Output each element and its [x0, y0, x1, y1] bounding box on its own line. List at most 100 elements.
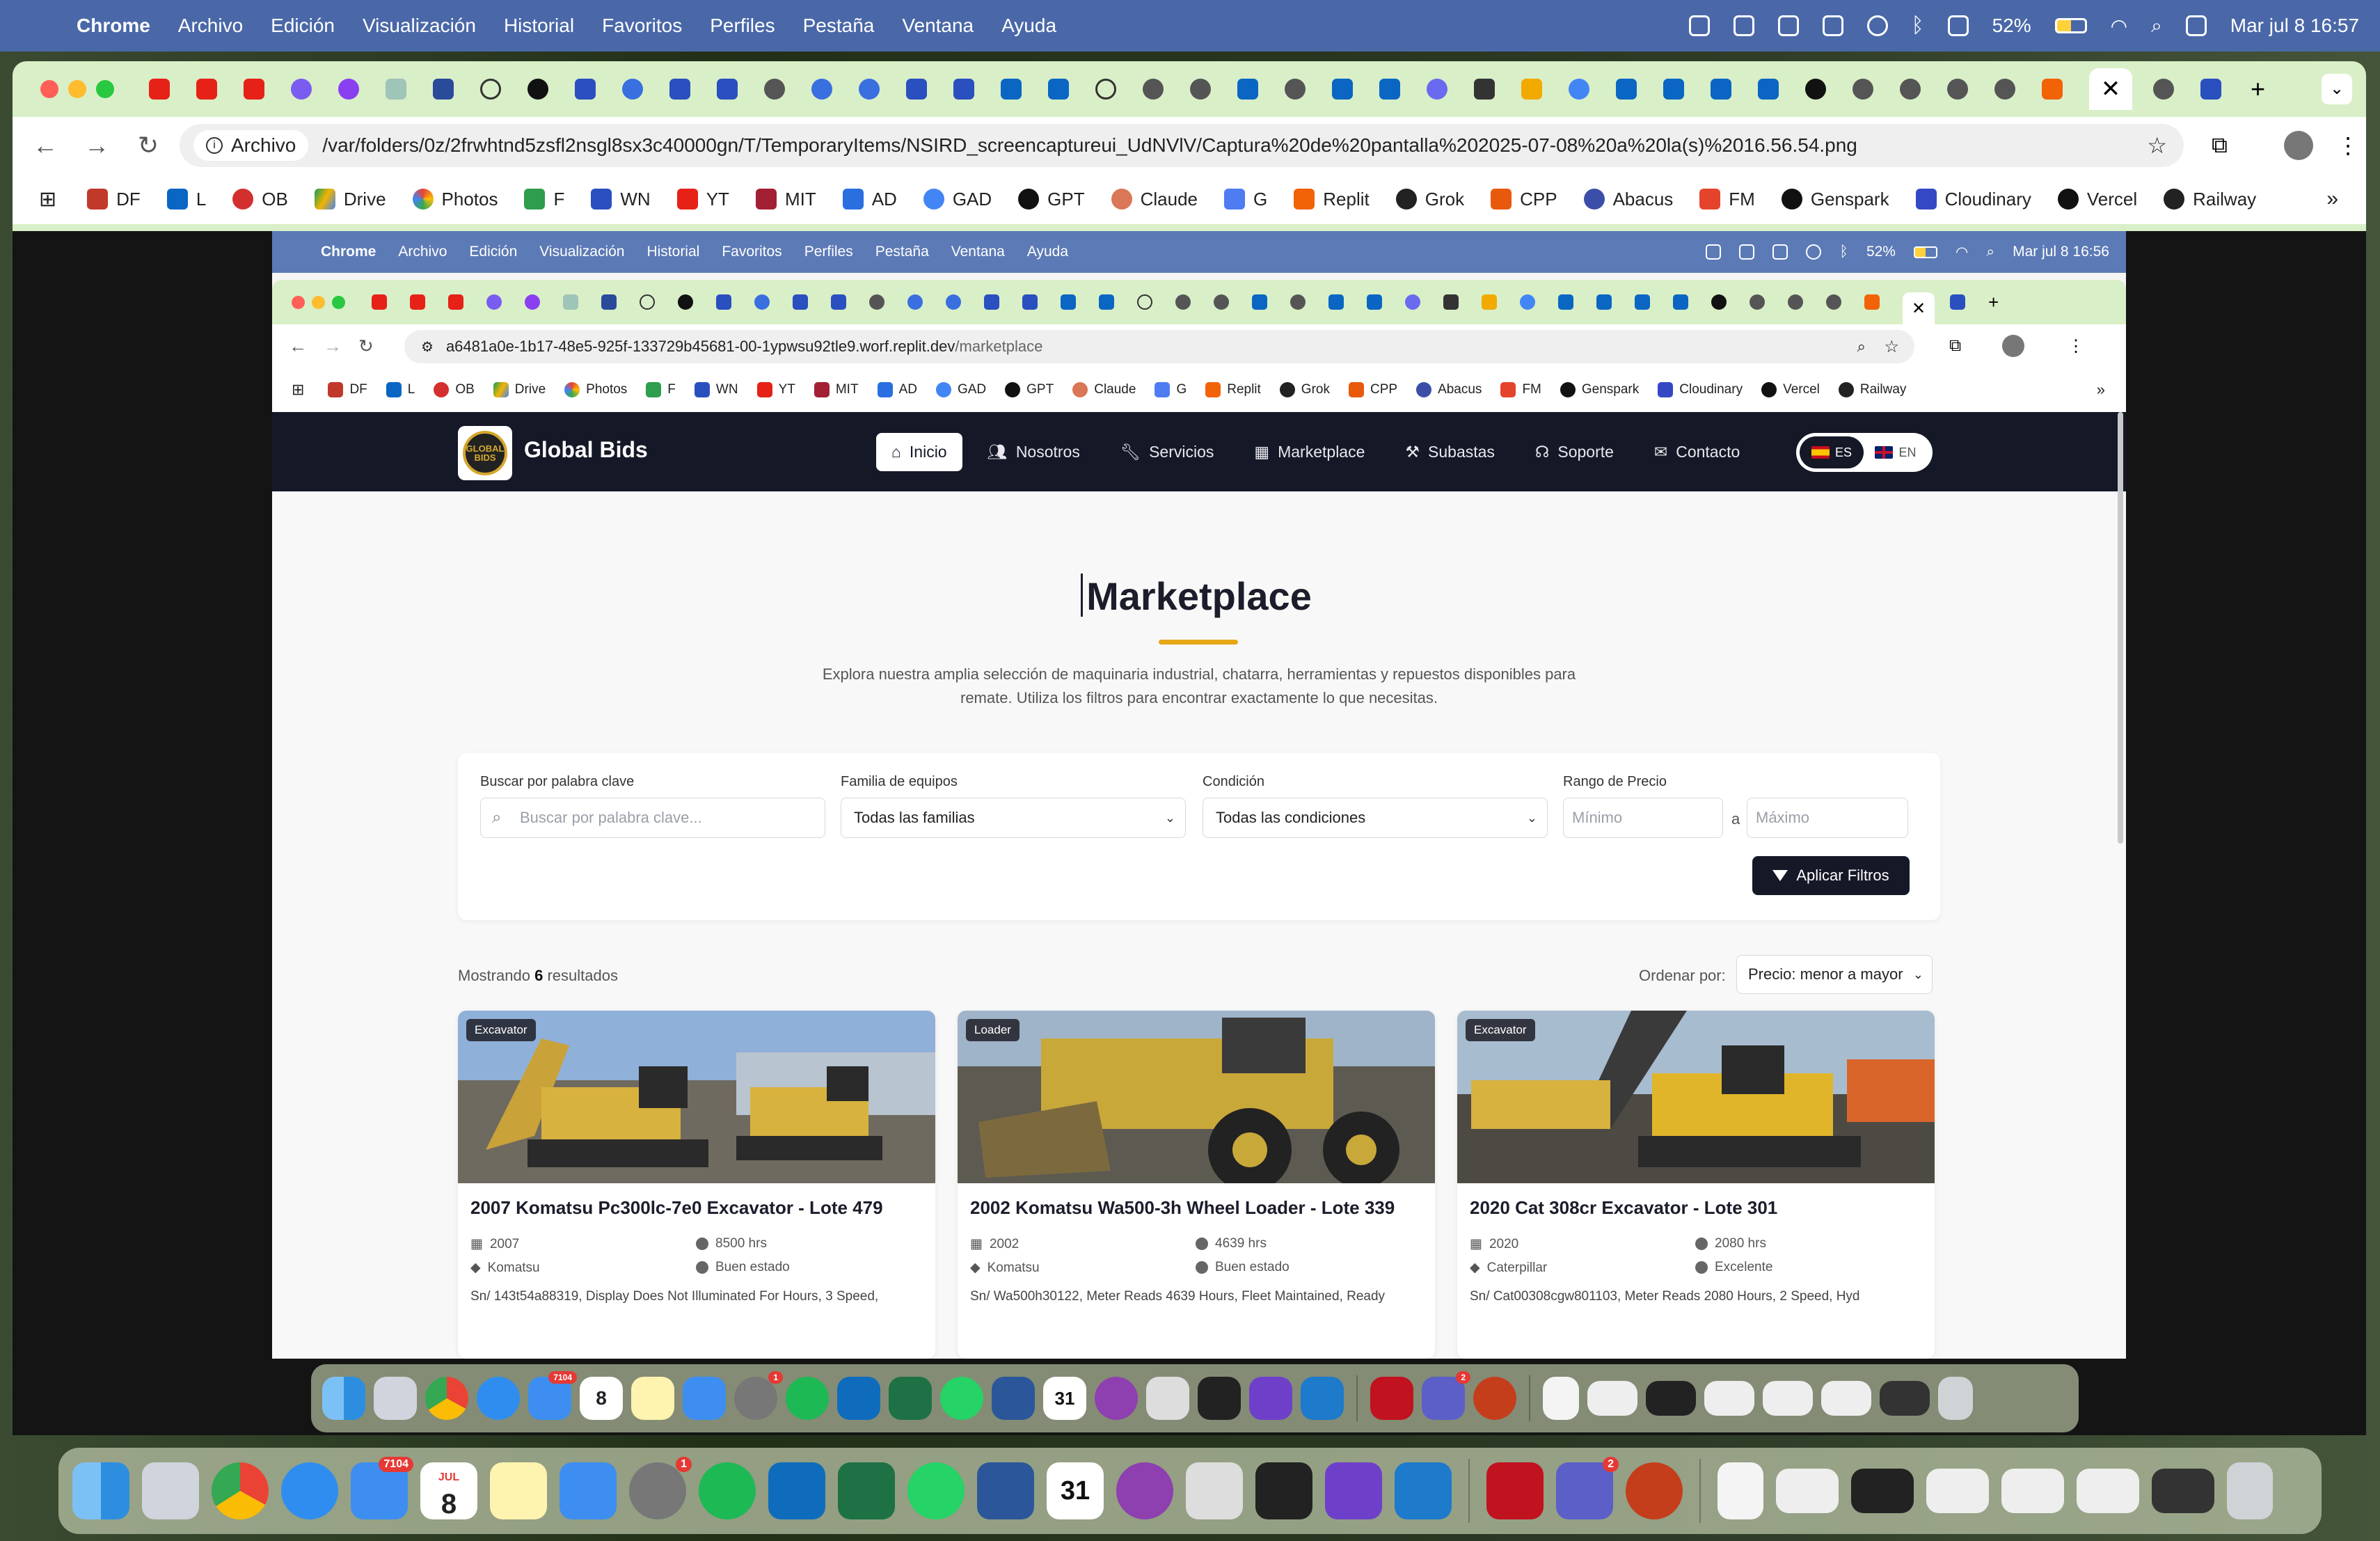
app-icon[interactable]	[1255, 1462, 1312, 1519]
price-min-input[interactable]: Mínimo	[1563, 798, 1723, 838]
tab-favicon[interactable]	[1994, 79, 2015, 100]
close-window-icon[interactable]	[40, 80, 58, 98]
menu-pestana[interactable]: Pestaña	[803, 15, 875, 37]
tab-youtube[interactable]	[244, 79, 264, 100]
keyword-search-input[interactable]: ⌕ Buscar por palabra clave...	[480, 798, 825, 838]
calendar31-icon[interactable]: 31	[1047, 1462, 1104, 1519]
bookmark-ob[interactable]: OB	[232, 189, 288, 210]
app-icon[interactable]	[1186, 1462, 1243, 1519]
product-card[interactable]: Excavator 2007 Komatsu Pc300lc-7e0 Excav…	[458, 1011, 935, 1359]
tab-favicon[interactable]	[764, 79, 785, 100]
bookmark-vercel[interactable]: Vercel	[2057, 189, 2137, 210]
bookmark-df[interactable]: DF	[87, 189, 141, 210]
tab-openai[interactable]	[1805, 79, 1826, 100]
tab-favicon[interactable]	[1521, 79, 1542, 100]
tab-favicon[interactable]	[717, 79, 738, 100]
search-icon[interactable]: ⌕	[2151, 15, 2162, 38]
menu-visualizacion[interactable]: Visualización	[363, 15, 476, 37]
bookmark-photos[interactable]: Photos	[412, 189, 498, 210]
bookmark-fm[interactable]: FM	[1699, 189, 1755, 210]
bookmark-ad[interactable]: AD	[842, 189, 897, 210]
whatsapp-icon[interactable]	[907, 1462, 965, 1519]
tab-google[interactable]	[1569, 79, 1589, 100]
nav-subastas[interactable]: ⚒ Subastas	[1390, 433, 1510, 471]
nav-servicios[interactable]: 🔧︎ Servicios	[1105, 433, 1230, 471]
tab-favicon[interactable]	[906, 79, 927, 100]
calendar-icon[interactable]: JUL 8	[420, 1462, 477, 1519]
reload-icon[interactable]: ↻	[122, 131, 174, 160]
status-icon[interactable]	[1777, 15, 1799, 36]
tab-favicon[interactable]	[1947, 79, 1968, 100]
site-info-chip[interactable]: i Archivo	[193, 130, 309, 161]
tab-linkedin[interactable]	[1332, 79, 1353, 100]
bookmark-l[interactable]: L	[166, 189, 206, 210]
teams-icon[interactable]: 2	[1556, 1457, 1619, 1519]
url-text[interactable]: /var/folders/0z/2frwhtnd5zsfl2nsgl8sx3c4…	[322, 134, 1857, 157]
back-icon[interactable]: ←	[19, 131, 71, 160]
tab-linkedin[interactable]	[1001, 79, 1022, 100]
tab-favicon[interactable]	[1853, 79, 1873, 100]
menu-kebab-icon[interactable]: ⋮	[2337, 132, 2359, 159]
tab-favicon[interactable]	[291, 79, 312, 100]
close-tab-icon[interactable]: ✕	[2101, 75, 2121, 103]
tab-favicon[interactable]	[386, 79, 406, 100]
nav-marketplace[interactable]: ▦ Marketplace	[1239, 433, 1380, 471]
site-logo[interactable]: GLOBAL BIDS	[458, 426, 512, 480]
window-thumbnail[interactable]	[1776, 1469, 1839, 1513]
bookmark-cpp[interactable]: CPP	[1491, 189, 1557, 210]
status-icon[interactable]	[1733, 15, 1754, 36]
nav-contacto[interactable]: ✉ Contacto	[1639, 433, 1755, 471]
outlook-icon[interactable]	[768, 1462, 825, 1519]
extensions-icon[interactable]: ⧉	[2212, 132, 2228, 159]
tab-youtube[interactable]	[149, 79, 170, 100]
tab-linkedin[interactable]	[1237, 79, 1258, 100]
acrobat-icon[interactable]	[1486, 1462, 1544, 1519]
new-tab-button[interactable]: +	[2251, 74, 2265, 104]
nav-nosotros[interactable]: 👥︎ Nosotros	[972, 433, 1095, 471]
tab-favicon[interactable]	[1427, 79, 1447, 100]
bookmark-mit[interactable]: MIT	[755, 189, 816, 210]
safari-icon[interactable]	[281, 1462, 338, 1519]
status-icon[interactable]	[1947, 15, 1969, 36]
menu-perfiles[interactable]: Perfiles	[710, 15, 775, 37]
card-title[interactable]: 2007 Komatsu Pc300lc-7e0 Excavator - Lot…	[470, 1197, 883, 1219]
bookmark-g[interactable]: G	[1224, 189, 1267, 210]
tab-youtube[interactable]	[196, 79, 217, 100]
tab-linkedin[interactable]	[1711, 79, 1731, 100]
wifi-icon[interactable]: ◠	[2111, 15, 2127, 38]
control-center-icon[interactable]	[2185, 15, 2207, 36]
tab-replit[interactable]	[2042, 79, 2063, 100]
tab-favicon[interactable]	[1900, 79, 1921, 100]
tab-linkedin[interactable]	[1663, 79, 1684, 100]
github-icon[interactable]	[1325, 1462, 1382, 1519]
tab-linkedin[interactable]	[1758, 79, 1779, 100]
bookmark-gpt[interactable]: GPT	[1018, 189, 1085, 210]
minimize-window-icon[interactable]	[68, 80, 86, 98]
window-thumbnail[interactable]	[1851, 1469, 1914, 1513]
tab-favicon[interactable]	[433, 79, 454, 100]
finder-icon[interactable]	[72, 1462, 129, 1519]
bookmark-f[interactable]: F	[524, 189, 564, 210]
window-thumbnail[interactable]	[1926, 1469, 1989, 1513]
notes-icon[interactable]	[490, 1462, 547, 1519]
nav-inicio[interactable]: ⌂ Inicio	[876, 433, 962, 471]
address-bar[interactable]: i Archivo /var/folders/0z/2frwhtnd5zsfl2n…	[180, 124, 2184, 167]
excel-icon[interactable]	[838, 1462, 895, 1519]
bookmark-claude[interactable]: Claude	[1111, 189, 1198, 210]
window-thumbnail[interactable]	[2001, 1469, 2064, 1513]
bookmark-replit[interactable]: Replit	[1294, 189, 1370, 210]
tab-favicon[interactable]	[1190, 79, 1211, 100]
tab-linkedin[interactable]	[1616, 79, 1637, 100]
document-icon[interactable]	[1717, 1462, 1763, 1519]
clock[interactable]: Mar jul 8 16:57	[2230, 15, 2359, 37]
active-tab[interactable]: ✕	[2089, 68, 2132, 110]
bookmark-genspark[interactable]: Genspark	[1781, 189, 1889, 210]
powerpoint-icon[interactable]	[1626, 1462, 1683, 1519]
status-icon[interactable]	[1822, 15, 1843, 36]
word-icon[interactable]	[977, 1462, 1034, 1519]
menu-historial[interactable]: Historial	[504, 15, 574, 37]
lang-en-button[interactable]: EN	[1864, 436, 1928, 468]
bookmark-gad[interactable]: GAD	[923, 189, 992, 210]
menu-ayuda[interactable]: Ayuda	[1001, 15, 1056, 37]
bluetooth-icon[interactable]: ᛒ	[1912, 14, 1924, 38]
